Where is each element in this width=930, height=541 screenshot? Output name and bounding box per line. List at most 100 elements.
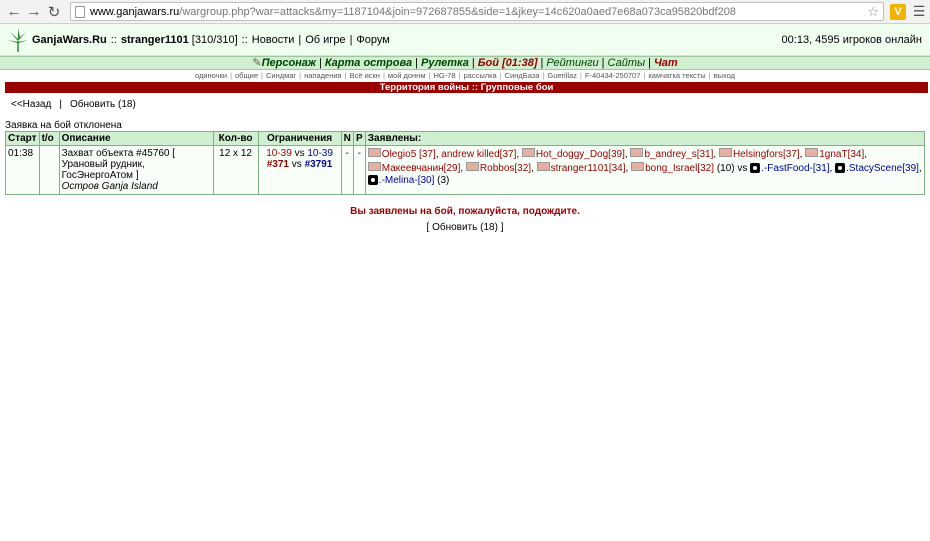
col-desc: Описание (58, 131, 214, 146)
col-start: Старт (5, 131, 40, 146)
table-row: 01:38 Захват объекта #45760 [ Урановый р… (5, 145, 926, 195)
submenu-item[interactable]: Синдмаг (266, 71, 296, 80)
player-link[interactable]: stranger1101[34] (536, 161, 626, 174)
player-link[interactable]: Hot_doggy_Dog[39] (521, 148, 625, 160)
sub-menu: одиночки | общие | Синдмаг | нападения | Всё иск… (194, 71, 736, 80)
submenu-item[interactable]: Всё искн (350, 71, 380, 80)
n-link[interactable]: - (346, 148, 349, 159)
url-path: /wargroup.php?war=attacks&my=1187104&joi… (179, 5, 736, 18)
browser-menu-icon[interactable]: ☰ (912, 3, 926, 20)
bookmark-star-icon[interactable]: ☆ (867, 4, 879, 20)
player-link[interactable]: .-Melina-[30] (367, 175, 434, 186)
back-arrow-icon[interactable]: ← (4, 2, 24, 22)
flag-icon (631, 161, 645, 171)
cell-limits: 10-39 vs 10-39 #371 vs #3791 (257, 145, 342, 195)
url-host: www.ganjawars.ru (90, 5, 180, 18)
flag-icon (367, 161, 381, 171)
submenu-item[interactable]: камчатка тексты (648, 71, 705, 80)
cell-count: 12 x 12 (212, 145, 259, 195)
player-link[interactable]: .StacyScene[39] (835, 163, 919, 174)
player-link[interactable]: 1gnaT[34] (805, 148, 864, 160)
cell-n: - (340, 145, 354, 195)
table-header-row: Старт t/o Описание Кол-во Ограничения N … (5, 131, 926, 146)
col-to: t/o (38, 131, 60, 146)
col-p: P (352, 131, 366, 146)
site-header: GanjaWars.Ru :: stranger1101 [310/310] :… (0, 24, 930, 56)
site-title[interactable]: GanjaWars.Ru (32, 34, 107, 46)
refresh-link[interactable]: Обновить (18) (70, 99, 136, 110)
skull-icon (367, 175, 378, 186)
refresh-button[interactable]: [ Обновить (18) ] (0, 222, 930, 233)
forward-arrow-icon[interactable]: → (24, 2, 44, 22)
player-link[interactable]: andrew killed[37] (441, 149, 516, 160)
page-title: Территория войны :: Групповые бои (5, 82, 928, 93)
flag-icon (630, 148, 644, 157)
menu-battle[interactable]: Бой [01:38] (478, 57, 538, 69)
skull-icon (835, 162, 846, 173)
col-registered: Заявлены: (364, 131, 926, 146)
flag-icon (805, 148, 819, 157)
player-link[interactable]: Helsingfors[37] (718, 148, 800, 160)
menu-character[interactable]: Персонаж (262, 57, 316, 69)
page-icon (75, 5, 85, 18)
submenu-item[interactable]: HG-78 (433, 71, 455, 80)
submenu-item[interactable]: выход (714, 71, 735, 80)
player-link[interactable]: b_andrey_s[31] (630, 148, 713, 160)
user-hp: [310/310] (191, 33, 238, 46)
cell-registered: Olegio5 [37], andrew killed[37], Hot_dog… (364, 145, 926, 195)
side2-count: (3) (437, 175, 450, 186)
wait-message: Вы заявлены на бой, пожалуйста, подождит… (350, 206, 580, 217)
player-link[interactable]: bong_Israel[32] (631, 161, 714, 174)
nav-row: <<Назад | Обновить (18) (11, 99, 136, 110)
cannabis-leaf-icon (8, 27, 28, 52)
menu-sites[interactable]: Сайты (608, 57, 646, 69)
cell-p: - (352, 145, 366, 195)
back-link[interactable]: <<Назад (11, 99, 51, 110)
player-link[interactable]: Olegio5 [37] (367, 148, 436, 160)
player-link[interactable]: Robbos[32] (465, 161, 531, 174)
col-n: N (340, 131, 354, 146)
cell-desc: Захват объекта #45760 [ Урановый рудник,… (58, 145, 214, 195)
fights-table: Старт t/o Описание Кол-во Ограничения N … (5, 131, 926, 195)
main-menu: ✎Персонаж | Карта острова | Рулетка | Бой [01:… (0, 56, 930, 70)
flag-icon (465, 161, 479, 171)
player-link[interactable]: .-FastFood-[31] (750, 162, 830, 174)
flag-icon (367, 148, 381, 157)
submenu-item[interactable]: одиночки (195, 71, 227, 80)
submenu-item[interactable]: СиндБаза (505, 71, 540, 80)
cell-to (38, 145, 60, 195)
submenu-item[interactable]: общие (235, 71, 258, 80)
flag-icon (521, 148, 535, 157)
address-bar[interactable]: www.ganjawars.ru/wargroup.php?war=attack… (70, 2, 884, 21)
news-link[interactable]: Новости (252, 34, 295, 46)
browser-toolbar: ← → ↻ www.ganjawars.ru/wargroup.php?war=… (0, 0, 930, 24)
flag-icon (718, 148, 732, 157)
player-link[interactable]: Макеевчанин[29] (367, 161, 460, 174)
status-message: Заявка на бой отклонена (5, 120, 122, 131)
menu-ratings[interactable]: Рейтинги (546, 57, 598, 69)
level-limit-a: 10-39 (266, 148, 292, 159)
submenu-item[interactable]: Guerillaz (547, 71, 577, 80)
submenu-item[interactable]: F-40434-250707 (585, 71, 640, 80)
forum-link[interactable]: Форум (356, 34, 389, 46)
submenu-item[interactable]: мой доннм (388, 71, 426, 80)
header-sep: :: (110, 33, 117, 46)
submenu-item[interactable]: рассылка (463, 71, 496, 80)
col-count: Кол-во (212, 131, 259, 146)
menu-chat[interactable]: Чат (654, 57, 678, 69)
flag-icon (536, 161, 550, 171)
skull-icon (750, 162, 761, 173)
level-limit-b: 10-39 (307, 148, 333, 159)
header-sep-2: :: (241, 33, 248, 46)
submenu-item[interactable]: нападения (304, 71, 342, 80)
online-counter: 00:13, 4595 игроков онлайн (781, 33, 922, 46)
syndicate-a-link[interactable]: #371 (267, 159, 289, 170)
syndicate-b-link[interactable]: #3791 (305, 159, 333, 170)
menu-roulette[interactable]: Рулетка (421, 57, 469, 69)
reload-icon[interactable]: ↻ (44, 2, 64, 22)
menu-map[interactable]: Карта острова (325, 57, 412, 69)
user-name[interactable]: stranger1101 (121, 34, 189, 46)
extension-icon[interactable]: V (890, 3, 906, 20)
p-link[interactable]: - (358, 148, 361, 159)
about-link[interactable]: Об игре (305, 34, 345, 46)
